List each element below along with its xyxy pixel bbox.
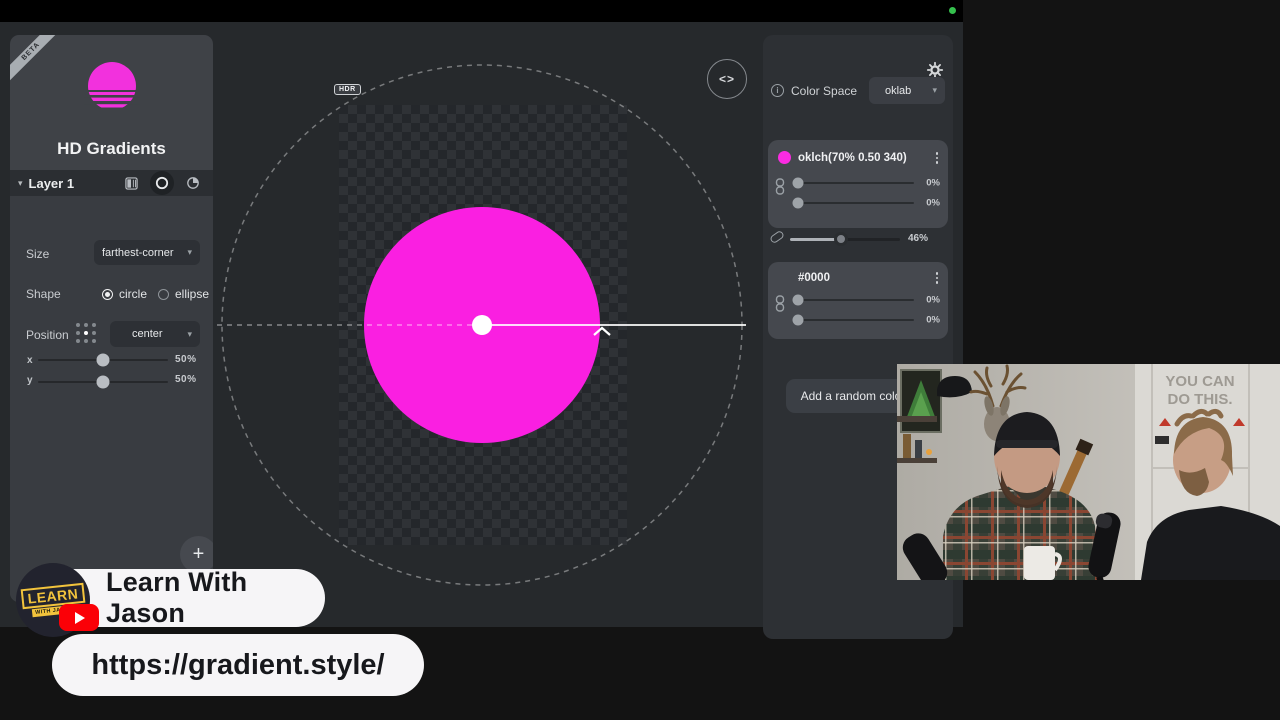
show-code-button[interactable]: <> xyxy=(707,59,747,99)
info-icon[interactable]: i xyxy=(771,84,784,97)
size-dropdown[interactable]: farthest-corner ▾ xyxy=(94,240,200,265)
gradient-type-switcher xyxy=(119,171,205,195)
position-label: Position xyxy=(26,328,69,342)
youtube-play-icon xyxy=(75,612,85,624)
layer-name: Layer 1 xyxy=(29,176,119,191)
color-stop-label: #0000 xyxy=(798,272,934,284)
conic-gradient-icon[interactable] xyxy=(181,171,205,195)
midpoint-row: 46% xyxy=(763,227,953,251)
slider-thumb[interactable] xyxy=(793,315,804,326)
midpoint-slider-thumb[interactable] xyxy=(834,232,848,246)
stop1-slider-a[interactable] xyxy=(794,182,914,184)
youtube-badge xyxy=(59,604,99,631)
stop-menu-icon[interactable] xyxy=(934,150,941,166)
app-logo xyxy=(10,59,213,120)
size-label: Size xyxy=(26,247,49,261)
stop1-slider-a-value: 0% xyxy=(926,178,940,189)
slider-thumb[interactable] xyxy=(793,295,804,306)
top-black-bar xyxy=(0,0,963,22)
stream-frame: BETA HD Gradients ▾ Layer 1 xyxy=(0,0,1280,720)
color-space-dropdown[interactable]: oklab ▾ xyxy=(869,77,945,104)
x-slider-label: x xyxy=(27,355,33,366)
stop2-slider-b-value: 0% xyxy=(926,315,940,326)
midpoint-slider[interactable] xyxy=(790,238,900,241)
hdr-badge: HDR xyxy=(334,84,361,95)
stop2-slider-a[interactable] xyxy=(794,299,914,301)
stream-url: https://gradient.style/ xyxy=(91,649,384,682)
color-space-row: i Color Space oklab ▾ xyxy=(763,77,953,104)
link-channels-icon[interactable] xyxy=(775,295,785,312)
slider-thumb[interactable] xyxy=(793,198,804,209)
layer-controls: Size farthest-corner ▾ Shape circle elli… xyxy=(10,196,213,602)
stop-menu-icon[interactable] xyxy=(934,270,941,286)
x-slider[interactable] xyxy=(38,359,168,361)
y-slider[interactable] xyxy=(38,381,168,383)
color-stop-card-1: oklch(70% 0.50 340) 0% 0% xyxy=(768,140,948,228)
poster-text-line1: YOU CAN xyxy=(1165,373,1234,390)
gradient-preview-circle xyxy=(364,207,600,443)
color-space-value: oklab xyxy=(885,85,911,97)
color-swatch[interactable] xyxy=(778,271,791,284)
position-dropdown[interactable]: center ▾ xyxy=(110,321,200,347)
position-anchor-grid[interactable] xyxy=(76,323,96,343)
size-value: farthest-corner xyxy=(102,247,174,259)
slider-thumb[interactable] xyxy=(793,178,804,189)
webcam-overlay: YOU CAN DO THIS. xyxy=(897,364,1280,580)
x-slider-thumb[interactable] xyxy=(97,354,110,367)
sunset-logo-icon xyxy=(84,59,140,115)
chevron-down-icon: ▾ xyxy=(932,85,937,96)
color-stop-label: oklch(70% 0.50 340) xyxy=(798,152,934,164)
shape-option-ellipse[interactable]: ellipse xyxy=(158,287,209,301)
channel-name: Learn With Jason xyxy=(106,567,325,629)
app-title: HD Gradients xyxy=(10,139,213,159)
linear-gradient-icon[interactable] xyxy=(119,171,143,195)
poster-text-line2: DO THIS. xyxy=(1167,391,1232,408)
stop2-slider-a-value: 0% xyxy=(926,295,940,306)
stop2-slider-b[interactable] xyxy=(794,319,914,321)
layer-collapse-caret-icon[interactable]: ▾ xyxy=(18,178,23,189)
live-status-dot xyxy=(949,7,956,14)
webcam-scene: YOU CAN DO THIS. xyxy=(897,364,1280,580)
midpoint-handle-icon xyxy=(769,230,785,245)
shape-option-circle[interactable]: circle xyxy=(102,287,147,301)
color-space-label: Color Space xyxy=(791,84,869,98)
url-banner: https://gradient.style/ xyxy=(52,634,424,696)
midpoint-value: 46% xyxy=(908,233,928,244)
y-slider-value: 50% xyxy=(175,374,197,385)
y-slider-label: y xyxy=(27,375,33,386)
layer-header[interactable]: ▾ Layer 1 xyxy=(10,170,213,196)
gradient-app-window: BETA HD Gradients ▾ Layer 1 xyxy=(0,22,963,627)
mug xyxy=(1024,546,1060,580)
chevron-down-icon: ▾ xyxy=(187,247,192,258)
x-slider-value: 50% xyxy=(175,354,197,365)
link-channels-icon[interactable] xyxy=(775,178,785,195)
chevron-down-icon: ▾ xyxy=(187,329,192,340)
stop1-slider-b[interactable] xyxy=(794,202,914,204)
position-value: center xyxy=(132,328,163,340)
color-swatch[interactable] xyxy=(778,151,791,164)
radio-unselected-icon[interactable] xyxy=(158,289,169,300)
y-slider-thumb[interactable] xyxy=(97,376,110,389)
radio-selected-icon[interactable] xyxy=(102,289,113,300)
color-stop-card-2: #0000 0% 0% xyxy=(768,262,948,339)
stop1-slider-b-value: 0% xyxy=(926,198,940,209)
shape-label: Shape xyxy=(26,287,61,301)
radial-gradient-icon[interactable] xyxy=(150,171,174,195)
sidebar: BETA HD Gradients ▾ Layer 1 xyxy=(10,35,213,602)
framed-poster xyxy=(901,370,941,432)
